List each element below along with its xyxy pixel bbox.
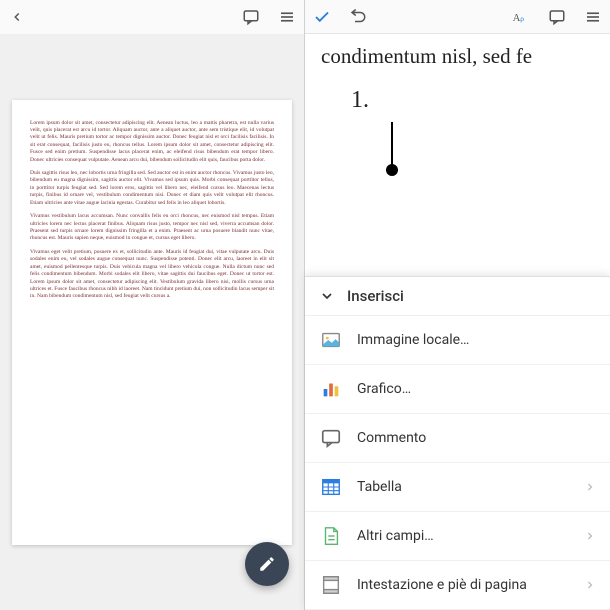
menu-item-comment[interactable]: Commento	[305, 414, 610, 463]
image-icon	[319, 328, 343, 352]
menu-item-image[interactable]: Immagine locale…	[305, 316, 610, 365]
page-icon	[319, 524, 343, 548]
more-icon[interactable]	[276, 6, 298, 28]
insert-menu-title: Inserisci	[347, 287, 404, 305]
menu-item-label: Intestazione e piè di pagina	[357, 577, 570, 593]
chevron-down-icon	[319, 288, 335, 304]
chart-icon	[319, 377, 343, 401]
undo-icon[interactable]	[347, 6, 369, 28]
left-pane: Lorem ipsum dolor sit amet, consectetur …	[0, 0, 305, 610]
comment-icon	[319, 426, 343, 450]
menu-item-chart[interactable]: Grafico…	[305, 365, 610, 414]
comment-icon[interactable]	[240, 6, 262, 28]
document-preview[interactable]: Lorem ipsum dolor sit amet, consectetur …	[0, 34, 304, 610]
more-icon[interactable]	[582, 6, 604, 28]
menu-item-label: Commento	[357, 430, 596, 446]
menu-item-table[interactable]: Tabella	[305, 463, 610, 512]
editor-content[interactable]: condimentum nisl, sed fe 1.	[305, 34, 610, 180]
back-icon[interactable]	[6, 6, 28, 28]
insert-menu-header[interactable]: Inserisci	[305, 277, 610, 316]
header-footer-icon	[319, 573, 343, 597]
text-style-icon[interactable]: Aρ	[510, 6, 532, 28]
doc-paragraph: Duis sagittis risus leo, nec lobortis ur…	[30, 170, 274, 207]
svg-text:ρ: ρ	[520, 13, 524, 22]
menu-item-other-fields[interactable]: Altri campi…	[305, 512, 610, 561]
chevron-right-icon	[584, 530, 596, 542]
right-toolbar: Aρ	[305, 0, 610, 34]
list-number: 1.	[351, 87, 594, 114]
menu-item-label: Altri campi…	[357, 528, 570, 544]
text-cursor	[391, 122, 393, 170]
chevron-right-icon	[584, 579, 596, 591]
doc-paragraph: Vivamus eget velit pretium, posuere ex e…	[30, 249, 274, 301]
insert-menu: Inserisci Immagine locale… Grafico… Comm…	[305, 276, 610, 610]
done-icon[interactable]	[311, 6, 333, 28]
chevron-right-icon	[584, 481, 596, 493]
menu-item-header-footer[interactable]: Intestazione e piè di pagina	[305, 561, 610, 610]
table-icon	[319, 475, 343, 499]
menu-item-label: Immagine locale…	[357, 332, 596, 348]
doc-paragraph: Vivamus vestibulum lacus accumsan. Nunc …	[30, 213, 274, 243]
menu-item-label: Grafico…	[357, 381, 596, 397]
editor-text-fragment: condimentum nisl, sed fe	[321, 44, 594, 69]
left-toolbar	[0, 0, 304, 34]
menu-item-label: Tabella	[357, 479, 570, 495]
doc-paragraph: Lorem ipsum dolor sit amet, consectetur …	[30, 120, 274, 165]
document-page: Lorem ipsum dolor sit amet, consectetur …	[12, 100, 292, 545]
edit-fab-button[interactable]	[245, 542, 289, 586]
comment-icon[interactable]	[546, 6, 568, 28]
